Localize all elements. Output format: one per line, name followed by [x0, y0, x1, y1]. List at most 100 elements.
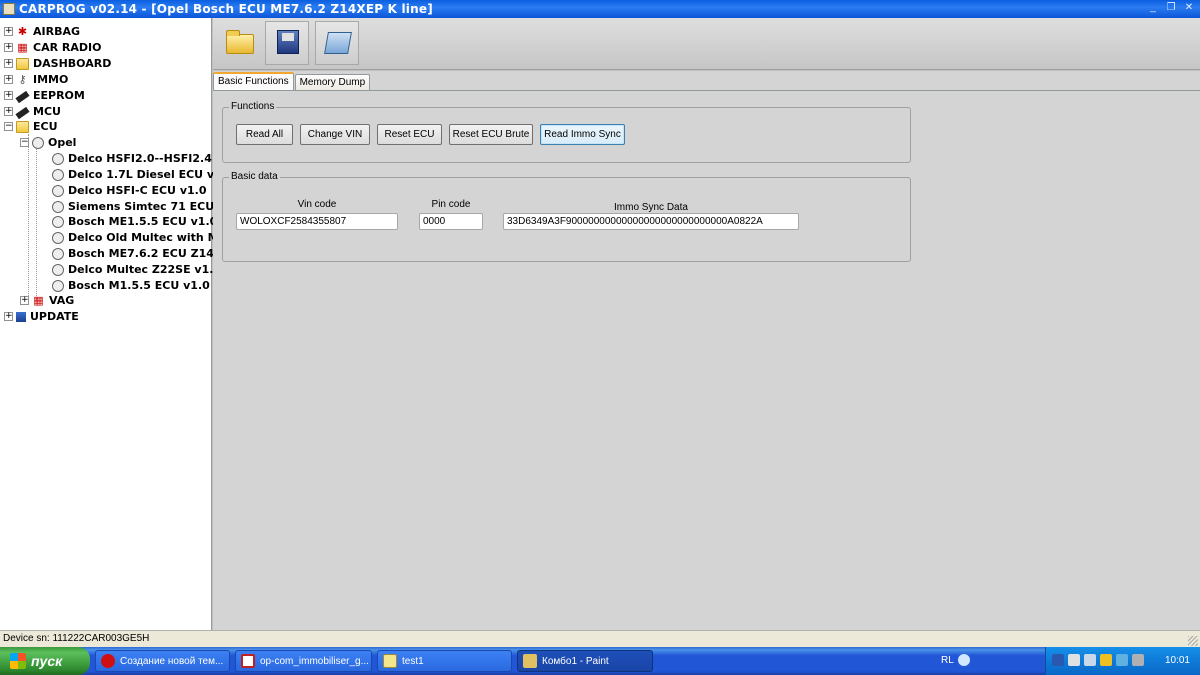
tab-page-basic-functions: Functions Read All Change VIN Reset ECU …	[213, 90, 1200, 630]
tree-item-label: Delco 1.7L Diesel ECU v1.0	[68, 168, 234, 181]
tree-item-label: Delco HSFI2.0--HSFI2.4 EC	[68, 152, 232, 165]
reset-ecu-button[interactable]: Reset ECU	[377, 124, 442, 145]
tree-item-label: Bosch ME1.5.5 ECU v1.0	[68, 215, 218, 228]
restore-icon[interactable]: ❐	[1166, 2, 1176, 14]
tree-item-immo[interactable]: + ⚷ IMMO	[4, 72, 68, 87]
open-file-button[interactable]	[217, 21, 261, 65]
tree-item-ecu-model[interactable]: Siemens Simtec 71 ECU v1	[52, 199, 233, 214]
read-immo-sync-button[interactable]: Read Immo Sync	[540, 124, 625, 145]
tree-item-label: MCU	[33, 105, 61, 118]
save-button[interactable]	[265, 21, 309, 65]
tree-item-car-radio[interactable]: + ▦ CAR RADIO	[4, 40, 101, 55]
expand-icon[interactable]: +	[4, 312, 13, 321]
tree-item-opel[interactable]: − Opel	[20, 135, 76, 150]
close-icon[interactable]: ✕	[1184, 2, 1194, 14]
minimize-icon[interactable]: _	[1148, 2, 1158, 14]
tree-item-label: Delco Old Multec with MC	[68, 231, 227, 244]
language-indicator[interactable]: RL	[941, 655, 954, 666]
start-button[interactable]: пуск	[0, 647, 90, 675]
chip-icon	[15, 106, 30, 119]
reset-ecu-brute-button[interactable]: Reset ECU Brute	[449, 124, 533, 145]
tree-item-mcu[interactable]: + MCU	[4, 104, 61, 119]
tree-item-ecu[interactable]: − ECU	[4, 119, 58, 134]
ecu-icon	[52, 263, 64, 276]
read-all-button[interactable]: Read All	[236, 124, 293, 145]
tree-item-label: Delco Multec Z22SE v1.0	[68, 263, 222, 276]
opera-icon	[101, 654, 115, 668]
expand-icon[interactable]: +	[4, 107, 13, 116]
tree-item-vag[interactable]: + ▦ VAG	[20, 293, 74, 308]
window-title: CARPROG v02.14 - [Opel Bosch ECU ME7.6.2…	[19, 2, 433, 16]
taskbar-button-notepad[interactable]: test1	[377, 650, 512, 672]
taskbar-button-pdf[interactable]: op-com_immobiliser_g...	[235, 650, 372, 672]
chip-icon	[15, 90, 30, 103]
tree-item-ecu-model[interactable]: Delco HSFI-C ECU v1.0	[52, 183, 206, 198]
tree-item-label: UPDATE	[30, 310, 79, 323]
notepad-icon	[383, 654, 397, 668]
tree-item-label: Siemens Simtec 71 ECU v1	[68, 200, 233, 213]
app-icon	[3, 3, 15, 15]
tree-item-ecu-model[interactable]: Delco HSFI2.0--HSFI2.4 EC	[52, 151, 231, 166]
functions-legend: Functions	[229, 101, 277, 113]
tree-item-ecu-model[interactable]: Delco Old Multec with MC	[52, 230, 227, 245]
expand-icon[interactable]: +	[20, 296, 29, 305]
task-label: test1	[402, 655, 424, 667]
expand-icon[interactable]: +	[4, 43, 13, 52]
tree-item-ecu-model-selected[interactable]: Bosch ME7.6.2 ECU Z14XE	[52, 246, 230, 261]
windows-logo-icon	[10, 653, 26, 669]
change-vin-button[interactable]: Change VIN	[300, 124, 370, 145]
tree-item-ecu-model[interactable]: Bosch M1.5.5 ECU v1.0	[52, 278, 210, 293]
tree-item-label: Bosch M1.5.5 ECU v1.0	[68, 279, 210, 292]
basic-data-group: Basic data Vin code WOLOXCF2584355807 Pi…	[222, 171, 911, 262]
collapse-icon[interactable]: −	[4, 122, 13, 131]
car-icon	[32, 136, 44, 149]
functions-group: Functions Read All Change VIN Reset ECU …	[222, 101, 911, 163]
resize-grip-icon[interactable]	[1188, 636, 1198, 646]
folder-open-icon	[16, 120, 29, 133]
folder-icon	[16, 57, 29, 70]
tree-item-label: VAG	[49, 294, 75, 307]
device-connect-button[interactable]	[315, 21, 359, 65]
tree-item-label: EEPROM	[33, 89, 85, 102]
immo-icon: ⚷	[18, 72, 27, 86]
expand-icon[interactable]: +	[4, 91, 13, 100]
tray-app-icon[interactable]	[1132, 654, 1144, 666]
tray-display-icon[interactable]	[1084, 654, 1096, 666]
tree-item-update[interactable]: + UPDATE	[4, 309, 79, 324]
tree-item-ecu-model[interactable]: Delco 1.7L Diesel ECU v1.0	[52, 167, 234, 182]
ecu-icon	[52, 152, 64, 165]
tree-item-dashboard[interactable]: + DASHBOARD	[4, 56, 111, 71]
tray-expand-icon[interactable]	[958, 654, 970, 666]
tray-volume-icon[interactable]	[1068, 654, 1080, 666]
ecu-icon	[52, 168, 64, 181]
pdf-icon	[241, 654, 255, 668]
tab-basic-functions[interactable]: Basic Functions	[213, 72, 294, 91]
tray-network-icon[interactable]	[1052, 654, 1064, 666]
tree-item-ecu-model[interactable]: Bosch ME1.5.5 ECU v1.0	[52, 214, 217, 229]
tree-item-label: DASHBOARD	[33, 57, 112, 70]
ecu-icon	[52, 215, 64, 228]
taskbar-button-opera[interactable]: Создание новой тем...	[95, 650, 230, 672]
tree-item-label: AIRBAG	[33, 25, 81, 38]
tree-item-label: Bosch ME7.6.2 ECU Z14XE	[68, 247, 230, 260]
ecu-icon	[52, 247, 64, 260]
tab-memory-dump[interactable]: Memory Dump	[294, 74, 371, 91]
immo-sync-data-field[interactable]: 33D6349A3F90000000000000000000000000000A…	[503, 213, 799, 230]
tree-item-eeprom[interactable]: + EEPROM	[4, 88, 85, 103]
collapse-icon[interactable]: −	[20, 138, 29, 147]
toolbar	[213, 18, 1200, 70]
tree-item-ecu-model[interactable]: Delco Multec Z22SE v1.0	[52, 262, 221, 277]
pin-code-field[interactable]: 0000	[419, 213, 483, 230]
ecu-icon	[52, 231, 64, 244]
taskbar-button-paint[interactable]: Комбо1 - Paint	[517, 650, 653, 672]
vag-icon: ▦	[33, 293, 44, 307]
expand-icon[interactable]: +	[4, 59, 13, 68]
tree-item-label: IMMO	[33, 73, 69, 86]
ecu-icon	[52, 184, 64, 197]
tree-item-airbag[interactable]: + ✱ AIRBAG	[4, 24, 80, 39]
vin-code-field[interactable]: WOLOXCF2584355807	[236, 213, 398, 230]
tray-alert-icon[interactable]	[1100, 654, 1112, 666]
tray-device-icon[interactable]	[1116, 654, 1128, 666]
expand-icon[interactable]: +	[4, 75, 13, 84]
expand-icon[interactable]: +	[4, 27, 13, 36]
